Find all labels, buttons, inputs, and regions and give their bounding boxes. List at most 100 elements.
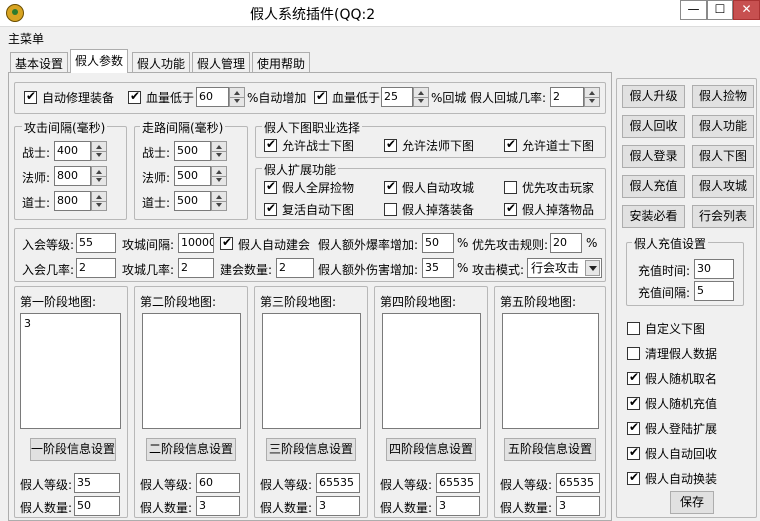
bot-siege-button[interactable]: 假人攻城 xyxy=(692,175,754,198)
hp-low1-spinner[interactable] xyxy=(229,87,245,107)
tab-bot-functions[interactable]: 假人功能 xyxy=(132,52,191,72)
close-button[interactable]: ✕ xyxy=(733,0,760,20)
hp-low2-input[interactable]: 25 xyxy=(381,87,413,107)
tab-help[interactable]: 使用帮助 xyxy=(252,52,311,72)
stage2-settings-button[interactable]: 二阶段信息设置 xyxy=(146,438,236,461)
priority-rule-label: 优先攻击规则: xyxy=(472,238,549,252)
allow-warrior-checkbox[interactable] xyxy=(264,137,277,152)
hp-low2-label: 血量低于 xyxy=(332,91,381,105)
guild-list-button[interactable]: 行会列表 xyxy=(692,205,754,228)
hp-low2-spinner[interactable] xyxy=(413,87,429,107)
stage2-level-input[interactable]: 60 xyxy=(196,473,240,493)
clear-bot-data-label: 清理假人数据 xyxy=(645,347,718,361)
hp-low1-checkbox[interactable] xyxy=(128,89,141,104)
siege-rate-input[interactable]: 2 xyxy=(178,258,214,278)
stage4-level-label: 假人等级: xyxy=(380,478,433,492)
bot-login-button[interactable]: 假人登录 xyxy=(622,145,685,168)
walk-warrior-spinner[interactable] xyxy=(211,141,227,161)
minimize-button[interactable]: — xyxy=(680,0,707,20)
stage4-level-input[interactable]: 65535 xyxy=(436,473,480,493)
drop-equip-checkbox[interactable] xyxy=(384,203,397,216)
join-rate-input[interactable]: 2 xyxy=(76,258,116,278)
auto-recycle-checkbox[interactable] xyxy=(627,445,640,460)
bot-recycle-button[interactable]: 假人回收 xyxy=(622,115,685,138)
auto-repair-label: 自动修理装备 xyxy=(42,91,115,105)
clear-bot-data-checkbox[interactable] xyxy=(627,347,640,360)
attack-mode-dropdown-icon[interactable] xyxy=(585,260,600,276)
bot-function-button[interactable]: 假人功能 xyxy=(692,115,754,138)
stage5-maps-textarea[interactable] xyxy=(502,313,599,429)
revive-map-checkbox[interactable] xyxy=(264,201,277,216)
bot-recharge-button[interactable]: 假人充值 xyxy=(622,175,685,198)
stage1-maps-textarea[interactable]: 3 xyxy=(20,313,121,429)
stage5-level-input[interactable]: 65535 xyxy=(556,473,600,493)
stage5-settings-button[interactable]: 五阶段信息设置 xyxy=(504,438,596,461)
stage2-count-input[interactable]: 3 xyxy=(196,496,240,516)
prioritize-players-checkbox[interactable] xyxy=(504,181,517,194)
siege-rate-label: 攻城几率: xyxy=(122,263,175,277)
login-extension-checkbox[interactable] xyxy=(627,420,640,435)
bot-map-button[interactable]: 假人下图 xyxy=(692,145,754,168)
recharge-time-input[interactable]: 30 xyxy=(694,259,734,279)
walk-taoist-spinner[interactable] xyxy=(211,191,227,211)
random-name-checkbox[interactable] xyxy=(627,370,640,385)
hp-low2-checkbox[interactable] xyxy=(314,89,327,104)
custom-map-checkbox[interactable] xyxy=(627,322,640,335)
tab-bot-management[interactable]: 假人管理 xyxy=(192,52,251,72)
stage4-count-input[interactable]: 3 xyxy=(436,496,480,516)
return-rate-spinner[interactable] xyxy=(584,87,600,107)
stage4-settings-button[interactable]: 四阶段信息设置 xyxy=(386,438,476,461)
install-guide-button[interactable]: 安装必看 xyxy=(622,205,685,228)
stage3-maps-textarea[interactable] xyxy=(262,313,361,429)
stage3-count-input[interactable]: 3 xyxy=(316,496,360,516)
guild-count-input[interactable]: 2 xyxy=(276,258,314,278)
fullscreen-pickup-checkbox[interactable] xyxy=(264,179,277,194)
walk-mage-input[interactable]: 500 xyxy=(174,166,211,186)
stage1-level-input[interactable]: 35 xyxy=(74,473,120,493)
maximize-button[interactable]: ☐ xyxy=(707,0,733,20)
join-level-input[interactable]: 55 xyxy=(76,233,116,253)
extra-damage-input[interactable]: 35 xyxy=(422,258,454,278)
bot-pickup-button[interactable]: 假人捡物 xyxy=(692,85,754,108)
auto-repair-checkbox[interactable] xyxy=(24,89,37,104)
stage1-settings-button[interactable]: 一阶段信息设置 xyxy=(30,438,116,461)
stage5-count-input[interactable]: 3 xyxy=(556,496,600,516)
siege-interval-input[interactable]: 10000 xyxy=(178,233,214,253)
stage4-maps-textarea[interactable] xyxy=(382,313,481,429)
stage3-count-label: 假人数量: xyxy=(260,501,313,515)
allow-taoist-checkbox[interactable] xyxy=(504,137,517,152)
auto-guild-checkbox[interactable] xyxy=(220,235,233,250)
walk-mage-spinner[interactable] xyxy=(211,166,227,186)
auto-equip-checkbox[interactable] xyxy=(627,470,640,485)
save-button[interactable]: 保存 xyxy=(670,491,714,514)
stage3-settings-button[interactable]: 三阶段信息设置 xyxy=(266,438,356,461)
stage3-level-input[interactable]: 65535 xyxy=(316,473,360,493)
attack-mage-input[interactable]: 800 xyxy=(54,166,91,186)
menu-main[interactable]: 主菜单 xyxy=(8,30,44,47)
stage2-maps-textarea[interactable] xyxy=(142,313,241,429)
auto-siege-checkbox[interactable] xyxy=(384,179,397,194)
walk-warrior-input[interactable]: 500 xyxy=(174,141,211,161)
extra-drop-input[interactable]: 50 xyxy=(422,233,454,253)
drop-items-checkbox[interactable] xyxy=(504,201,517,216)
stage1-count-input[interactable]: 50 xyxy=(74,496,120,516)
login-extension-label: 假人登陆扩展 xyxy=(645,422,718,436)
attack-taoist-spinner[interactable] xyxy=(91,191,107,211)
walk-taoist-label: 道士: xyxy=(142,196,171,210)
bot-levelup-button[interactable]: 假人升级 xyxy=(622,85,685,108)
attack-warrior-input[interactable]: 400 xyxy=(54,141,91,161)
tab-basic-settings[interactable]: 基本设置 xyxy=(10,52,69,72)
attack-warrior-spinner[interactable] xyxy=(91,141,107,161)
attack-taoist-input[interactable]: 800 xyxy=(54,191,91,211)
extra-damage-percent: % xyxy=(457,261,469,275)
walk-taoist-input[interactable]: 500 xyxy=(174,191,211,211)
return-rate-label: 假人回城几率: xyxy=(470,91,547,105)
priority-rule-input[interactable]: 20 xyxy=(550,233,582,253)
random-recharge-checkbox[interactable] xyxy=(627,395,640,410)
tab-bot-params[interactable]: 假人参数 xyxy=(70,49,129,73)
hp-low1-input[interactable]: 60 xyxy=(196,87,229,107)
return-rate-input[interactable]: 2 xyxy=(550,87,584,107)
allow-mage-checkbox[interactable] xyxy=(384,137,397,152)
recharge-interval-input[interactable]: 5 xyxy=(694,281,734,301)
attack-mage-spinner[interactable] xyxy=(91,166,107,186)
